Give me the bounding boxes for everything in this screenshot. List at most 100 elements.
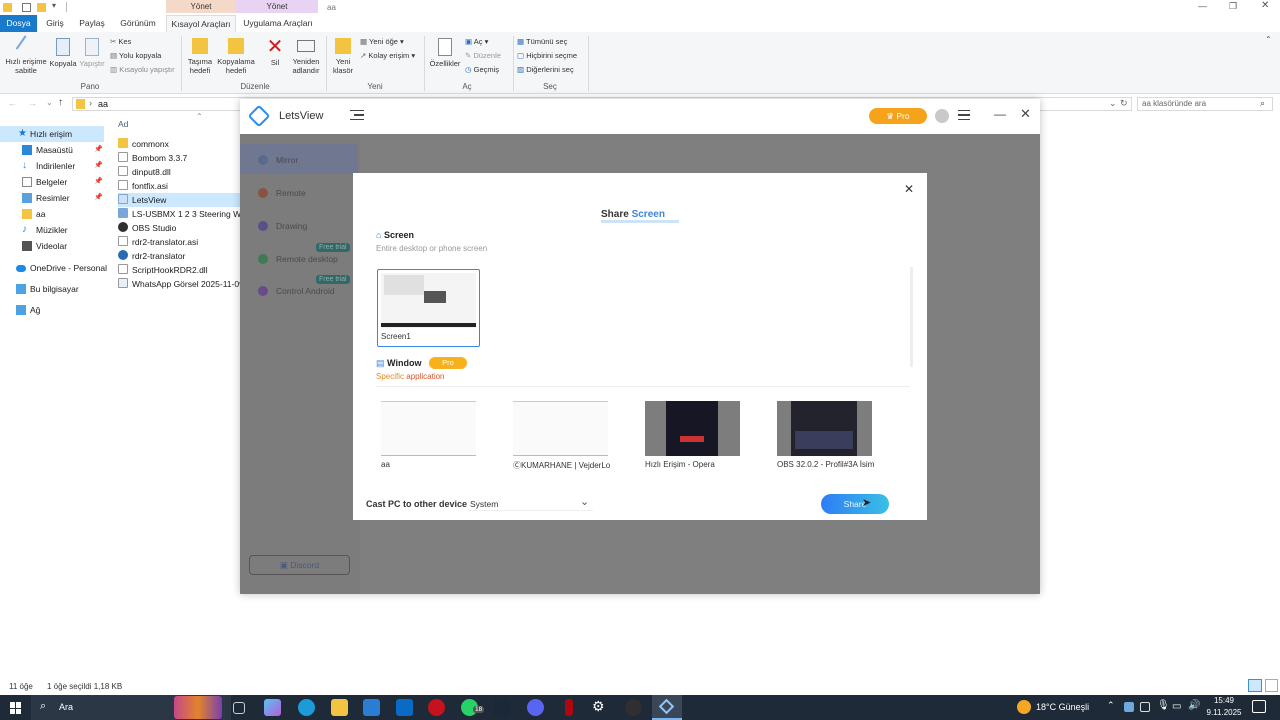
- nav-item-this-pc[interactable]: Bu bilgisayar: [0, 281, 104, 297]
- invert-selection-button[interactable]: ▨ Diğerlerini seç: [517, 65, 574, 75]
- scrollbar[interactable]: [910, 267, 913, 367]
- nav-item-documents[interactable]: Belgeler 📌: [0, 174, 104, 190]
- tab-shortcut-tools[interactable]: Kısayol Araçları: [166, 15, 236, 32]
- dialog-close-button[interactable]: ✕: [904, 182, 914, 196]
- list-item[interactable]: rdr2-translator.asi: [118, 235, 243, 249]
- tab-app-tools[interactable]: Uygulama Araçları: [238, 15, 318, 32]
- tab-home[interactable]: Giriş: [40, 15, 70, 32]
- tray-app-icon[interactable]: [1140, 702, 1150, 712]
- minimize-button[interactable]: —: [994, 107, 1006, 121]
- qat-dropdown-icon[interactable]: ▾: [52, 1, 56, 10]
- context-tab-manage-app[interactable]: Yönet: [236, 0, 318, 13]
- nav-item-pictures[interactable]: Resimler 📌: [0, 190, 104, 206]
- properties-icon[interactable]: [22, 3, 31, 12]
- easy-access-button[interactable]: ↗ Kolay erişim ▾: [360, 51, 415, 61]
- nav-item-onedrive[interactable]: OneDrive - Personal: [0, 260, 107, 276]
- tab-share[interactable]: Paylaş: [74, 15, 110, 32]
- window-thumbnail-opera[interactable]: [645, 401, 740, 456]
- menu-item-drawing[interactable]: Drawing: [258, 221, 307, 231]
- close-button[interactable]: ✕: [1261, 0, 1269, 11]
- select-all-button[interactable]: ▦ Tümünü seç: [517, 37, 567, 47]
- copilot-icon[interactable]: [264, 699, 281, 716]
- notification-icon[interactable]: [1252, 700, 1266, 713]
- edge-icon[interactable]: [298, 699, 315, 716]
- menu-item-remote[interactable]: Remote: [258, 188, 306, 198]
- move-to-button[interactable]: Taşıma hedefi: [184, 38, 216, 75]
- refresh-icon[interactable]: ↻: [1120, 98, 1128, 109]
- new-folder-icon[interactable]: [37, 3, 46, 12]
- weather-text[interactable]: 18°C Güneşli: [1036, 702, 1089, 712]
- open-button[interactable]: ▣ Aç ▾: [465, 37, 488, 47]
- task-view-icon[interactable]: [233, 702, 245, 714]
- search-box[interactable]: aa klasöründe ara ⌕: [1137, 97, 1273, 111]
- list-item[interactable]: commonx: [118, 137, 243, 151]
- window-thumbnail-browser[interactable]: [513, 401, 608, 456]
- clock[interactable]: 15:49 9.11.2025: [1205, 695, 1243, 719]
- history-button[interactable]: ◷ Geçmiş: [465, 65, 499, 75]
- microphone-icon[interactable]: 🎙: [1157, 700, 1170, 711]
- menu-item-control-android[interactable]: Control Android: [258, 286, 335, 296]
- obs-icon[interactable]: [625, 699, 642, 716]
- steam-icon[interactable]: [493, 699, 510, 716]
- list-item[interactable]: OBS Studio: [118, 221, 243, 235]
- menu-item-remote-desktop[interactable]: Remote desktop: [258, 254, 338, 264]
- settings-gear-icon[interactable]: ⚙: [592, 698, 609, 715]
- speaker-icon[interactable]: 🔊: [1188, 700, 1200, 711]
- recent-icon[interactable]: ⌄: [46, 98, 53, 107]
- discord-button[interactable]: ▣ Discord: [249, 555, 350, 575]
- rename-button[interactable]: Yeniden adlandır: [288, 38, 324, 75]
- opera-icon[interactable]: [428, 699, 445, 716]
- copy-path-button[interactable]: ▤ Yolu kopyala: [110, 51, 161, 61]
- menu-item-mirror[interactable]: Mirror: [258, 155, 298, 165]
- edit-button[interactable]: ✎ Düzenle: [465, 51, 501, 61]
- store-icon[interactable]: [363, 699, 380, 716]
- nav-item-quick-access[interactable]: ★ Hızlı erişim: [0, 126, 104, 142]
- context-tab-manage-shortcut[interactable]: Yönet: [166, 0, 236, 13]
- nav-item-aa[interactable]: aa: [0, 206, 104, 222]
- nav-item-downloads[interactable]: ↓ İndirilenler 📌: [0, 158, 104, 174]
- cut-button[interactable]: ✂ Kes: [110, 37, 131, 47]
- paste-shortcut-button[interactable]: ▥ Kısayolu yapıştır: [110, 65, 175, 75]
- window-thumbnail-aa[interactable]: [381, 401, 476, 456]
- pin-button[interactable]: Hızlı erişime sabitle: [4, 35, 48, 75]
- minimize-button[interactable]: —: [1198, 1, 1207, 11]
- forward-icon[interactable]: →: [28, 98, 37, 108]
- back-icon[interactable]: ←: [8, 98, 17, 108]
- tray-app-icon[interactable]: [1124, 702, 1134, 712]
- window-thumbnail-obs[interactable]: [777, 401, 872, 456]
- netflix-icon[interactable]: [565, 699, 573, 716]
- nav-item-desktop[interactable]: Masaüstü 📌: [0, 142, 104, 158]
- hamburger-icon[interactable]: [958, 110, 970, 120]
- copy-to-button[interactable]: Kopyalama hedefi: [216, 38, 256, 75]
- nav-item-videos[interactable]: Videolar: [0, 238, 104, 254]
- letsview-taskbar-button[interactable]: [652, 695, 682, 720]
- delete-button[interactable]: ✕ Sil: [262, 36, 288, 67]
- tab-file[interactable]: Dosya: [0, 15, 37, 32]
- new-folder-button[interactable]: Yeni klasör: [329, 38, 357, 75]
- new-item-button[interactable]: ▦ Yeni öğe ▾: [360, 37, 404, 47]
- close-button[interactable]: ✕: [1020, 106, 1031, 122]
- column-header-name[interactable]: Ad: [118, 119, 128, 129]
- list-item[interactable]: LS-USBMX 1 2 3 Steering Wheel: [118, 207, 243, 221]
- chevron-down-icon[interactable]: ⌄: [1109, 98, 1117, 109]
- file-explorer-icon[interactable]: [331, 699, 348, 716]
- list-item[interactable]: Bombom 3.3.7: [118, 151, 243, 165]
- tab-view[interactable]: Görünüm: [114, 15, 162, 32]
- copy-button[interactable]: Kopyala: [48, 38, 78, 68]
- list-item[interactable]: fontfix.asi: [118, 179, 243, 193]
- maximize-button[interactable]: ❐: [1229, 1, 1237, 12]
- nav-item-music[interactable]: ♪ Müzikler: [0, 222, 104, 238]
- properties-button[interactable]: Özellikler: [427, 38, 463, 68]
- pro-button[interactable]: ♛ Pro: [869, 108, 927, 124]
- list-item[interactable]: rdr2-translator: [118, 249, 243, 263]
- avatar[interactable]: [935, 109, 949, 123]
- discord-icon[interactable]: [527, 699, 544, 716]
- list-item[interactable]: WhatsApp Görsel 2025-11-09 saat: [118, 277, 243, 291]
- list-item-selected[interactable]: LetsView: [118, 193, 243, 207]
- outlook-icon[interactable]: [396, 699, 413, 716]
- nav-item-network[interactable]: Ağ: [0, 302, 104, 318]
- paste-button[interactable]: Yapıştır: [78, 38, 106, 68]
- tray-chevron-icon[interactable]: ⌃: [1107, 700, 1115, 711]
- list-item[interactable]: dinput8.dll: [118, 165, 243, 179]
- network-icon[interactable]: ▭: [1172, 701, 1181, 712]
